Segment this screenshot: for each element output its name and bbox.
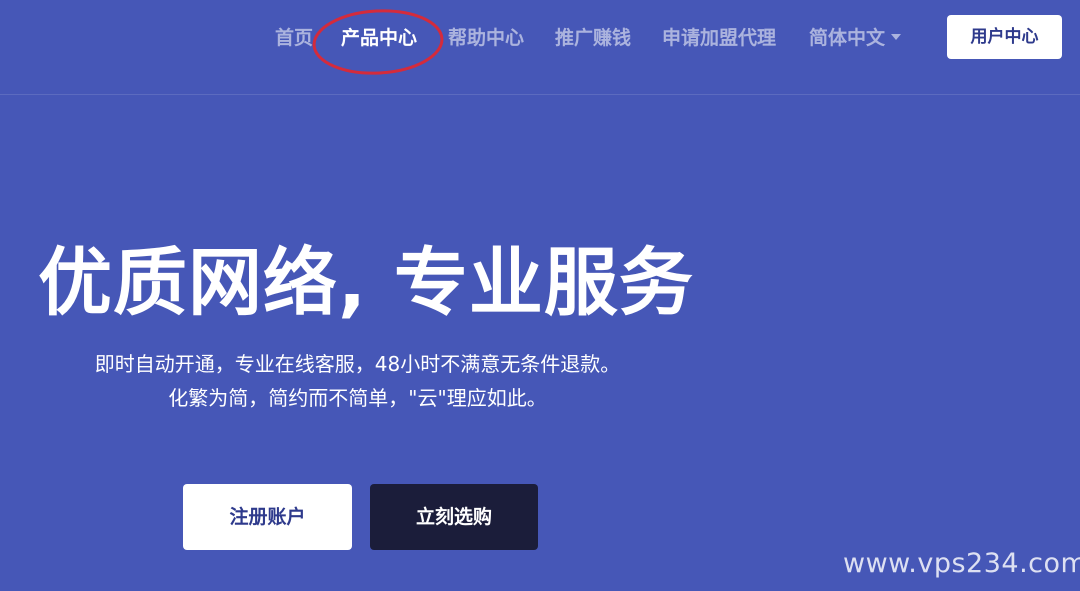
nav-item-home[interactable]: 首页 — [275, 20, 313, 56]
nav-item-promote[interactable]: 推广赚钱 — [555, 20, 631, 56]
hero-subtitle-line2: 化繁为简，简约而不简单，"云"理应如此。 — [168, 386, 547, 410]
register-button[interactable]: 注册账户 — [183, 484, 352, 550]
nav-item-help[interactable]: 帮助中心 — [448, 20, 524, 56]
caret-down-icon — [891, 33, 902, 40]
buy-now-button[interactable]: 立刻选购 — [370, 484, 538, 550]
user-center-button[interactable]: 用户中心 — [947, 15, 1062, 59]
language-selector[interactable]: 简体中文 — [809, 20, 902, 56]
watermark-text: www.vps234.com — [843, 548, 1080, 579]
hero-title: 优质网络, 专业服务 — [38, 240, 694, 326]
nav-item-products[interactable]: 产品中心 — [341, 20, 417, 56]
nav-item-agent[interactable]: 申请加盟代理 — [662, 20, 776, 56]
hero-subtitle-line1: 即时自动开通，专业在线客服，48小时不满意无条件退款。 — [94, 352, 621, 376]
top-navbar: 首页 产品中心 帮助中心 推广赚钱 申请加盟代理 简体中文 用户中心 — [0, 0, 1080, 95]
language-label: 简体中文 — [809, 27, 886, 49]
